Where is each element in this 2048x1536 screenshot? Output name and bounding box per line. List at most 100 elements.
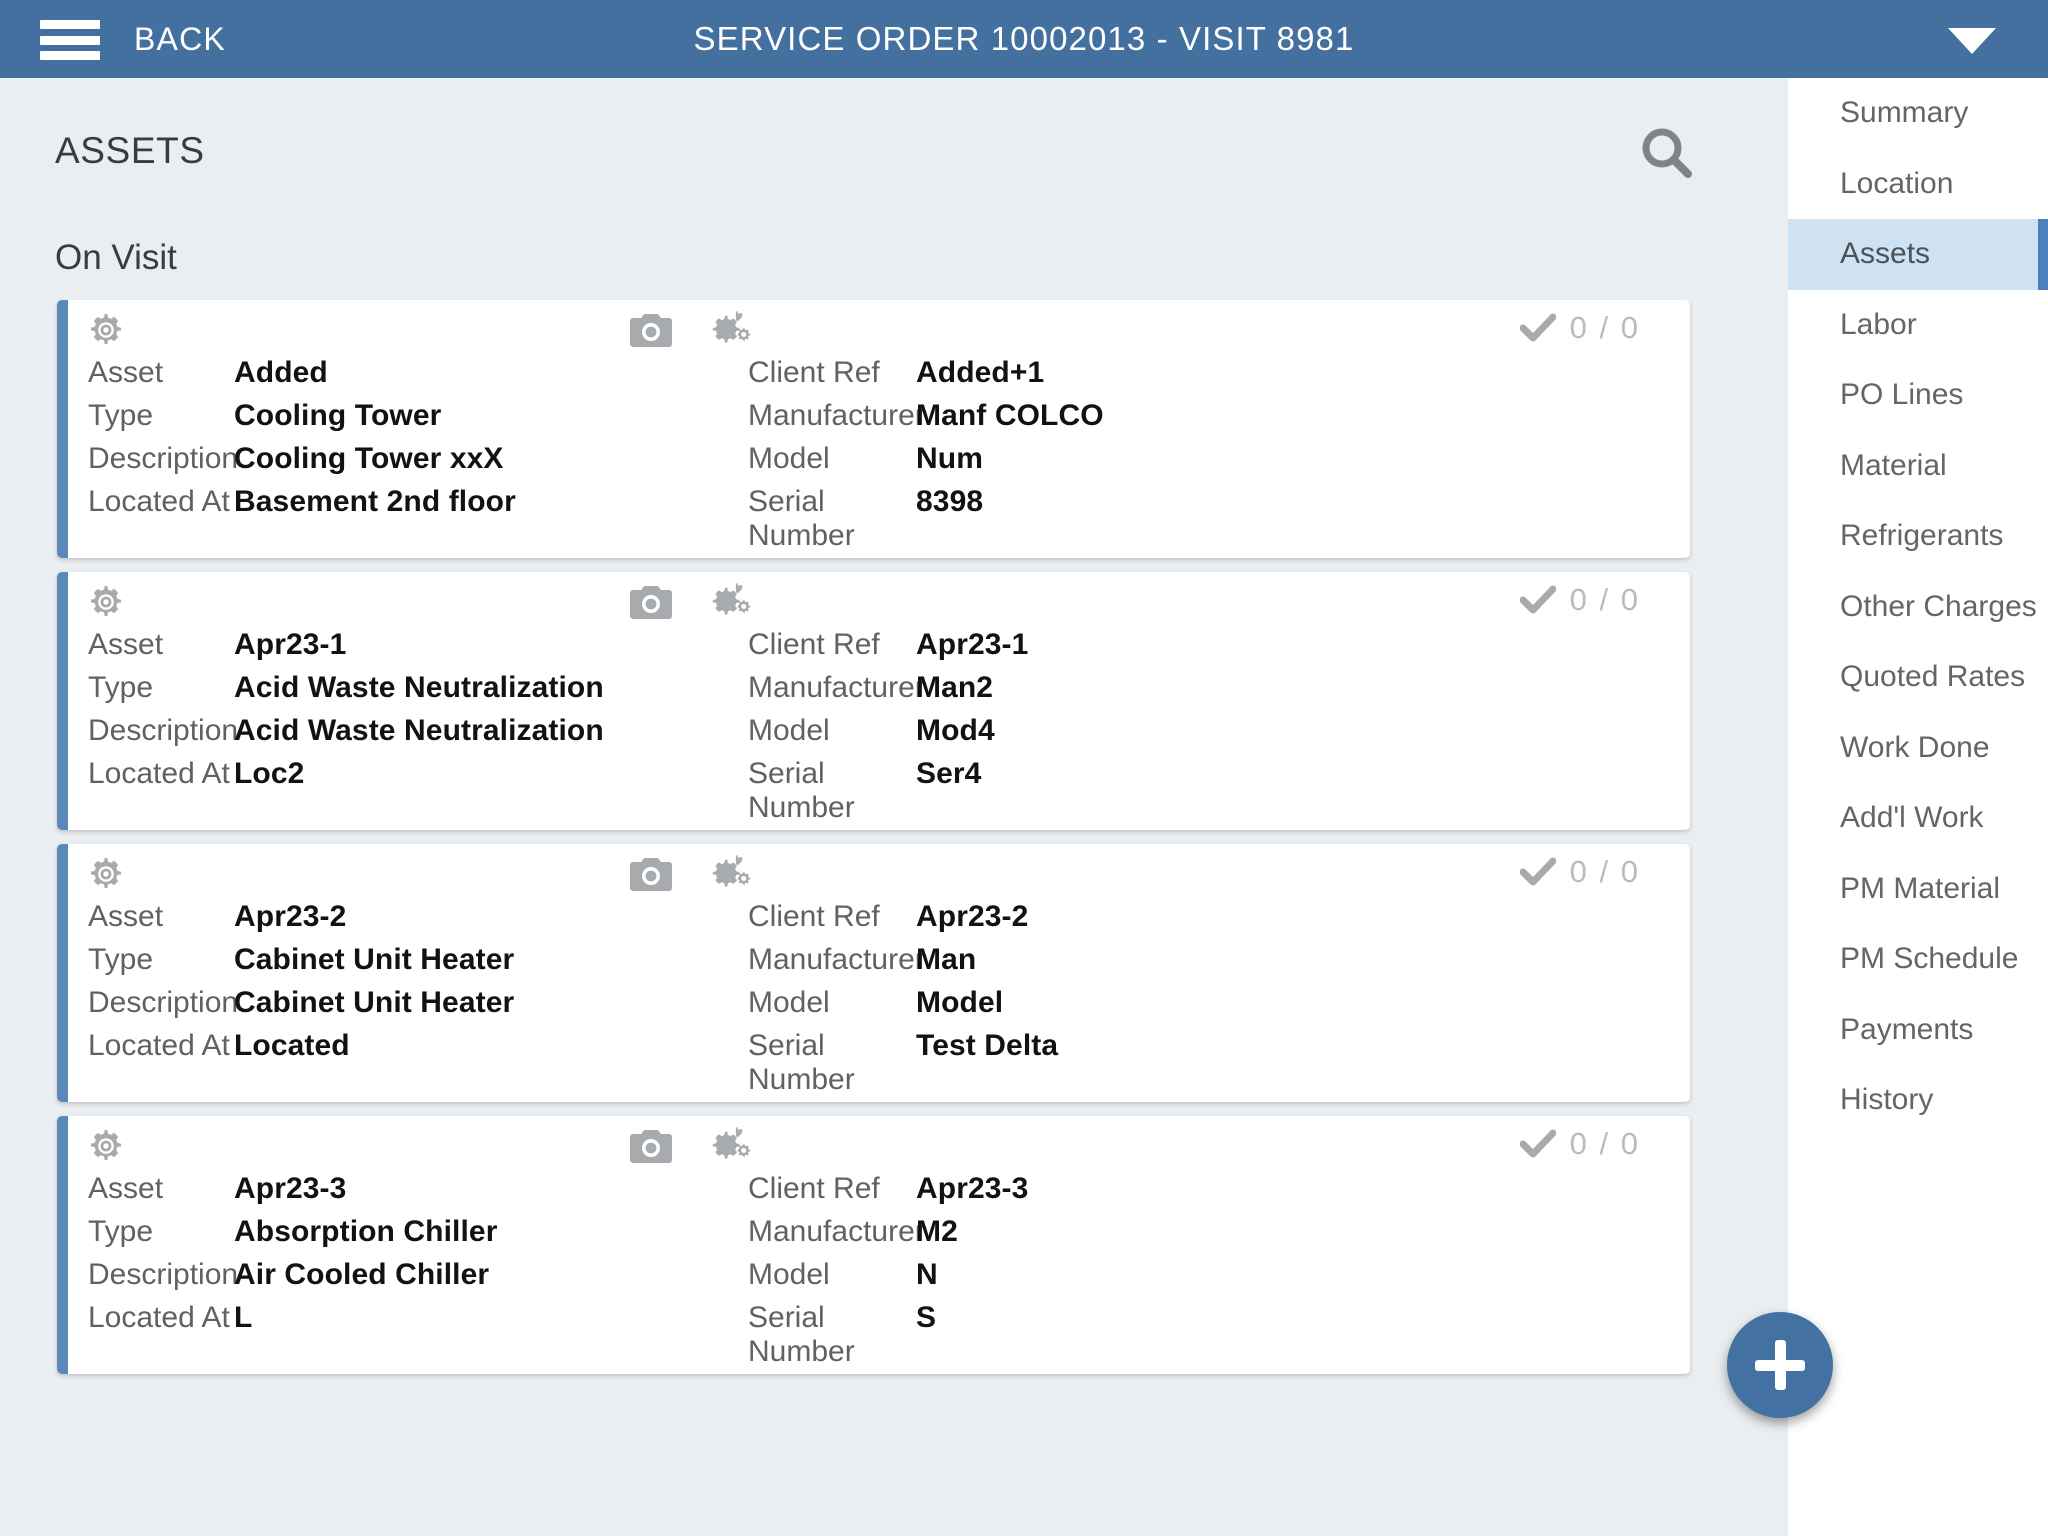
sidebar-item-history[interactable]: History <box>1788 1065 2048 1136</box>
field-label-client-ref: Client Ref <box>748 356 880 389</box>
checklist-count: 0 / 0 <box>1569 582 1640 617</box>
asset-card-2[interactable]: 0 / 0 Asset Apr23-1 Type Acid Waste Neut… <box>57 572 1690 830</box>
field-manufacturer: Manufacturer M2 <box>748 1215 1548 1258</box>
sidebar-item-labor[interactable]: Labor <box>1788 290 2048 361</box>
field-label-asset: Asset <box>88 900 164 933</box>
sidebar-item-material[interactable]: Material <box>1788 431 2048 502</box>
add-asset-fab-button[interactable] <box>1727 1312 1833 1418</box>
field-label-description: Description <box>88 1258 239 1291</box>
section-nav-sidebar[interactable]: Summary Location Assets Labor PO Lines M… <box>1788 78 2048 1536</box>
sidebar-item-other-charges[interactable]: Other Charges <box>1788 572 2048 643</box>
gears-icon[interactable] <box>710 310 754 350</box>
field-value-located-at: Basement 2nd floor <box>234 485 516 518</box>
checklist-status[interactable]: 0 / 0 <box>1519 1126 1640 1162</box>
field-value-client-ref: Apr23-1 <box>916 628 1029 661</box>
camera-icon[interactable] <box>629 856 673 892</box>
sidebar-item-label: Location <box>1840 166 1954 200</box>
camera-icon[interactable] <box>629 1128 673 1164</box>
checklist-status[interactable]: 0 / 0 <box>1519 582 1640 618</box>
sidebar-item-label: Material <box>1840 448 1947 482</box>
field-label-located-at: Located At <box>88 1301 230 1334</box>
field-value-type: Cooling Tower <box>234 399 442 432</box>
asset-card-1[interactable]: 0 / 0 Asset Added Type Cooling Tower Des… <box>57 300 1690 558</box>
field-value-located-at: Located <box>234 1029 350 1062</box>
field-label-type: Type <box>88 1215 154 1248</box>
field-label-description: Description <box>88 714 239 747</box>
field-value-manufacturer: M2 <box>916 1215 958 1248</box>
asset-card-right-column: Client Ref Added+1 Manufacturer Manf COL… <box>748 356 1548 552</box>
sidebar-item-add-l-work[interactable]: Add'l Work <box>1788 783 2048 854</box>
field-value-description: Air Cooled Chiller <box>234 1258 490 1291</box>
field-type: Type Cooling Tower <box>88 399 748 442</box>
field-value-asset: Apr23-2 <box>234 900 347 933</box>
gear-icon[interactable] <box>88 856 124 892</box>
field-asset: Asset Apr23-1 <box>88 628 748 671</box>
section-title: ASSETS <box>55 130 205 171</box>
gears-icon[interactable] <box>710 854 754 894</box>
search-icon[interactable] <box>1632 120 1702 190</box>
asset-card-body: Asset Apr23-3 Type Absorption Chiller De… <box>57 1172 1690 1374</box>
field-value-client-ref: Added+1 <box>916 356 1045 389</box>
sidebar-item-location[interactable]: Location <box>1788 149 2048 220</box>
sidebar-item-po-lines[interactable]: PO Lines <box>1788 360 2048 431</box>
asset-card-4[interactable]: 0 / 0 Asset Apr23-3 Type Absorption Chil… <box>57 1116 1690 1374</box>
asset-card-left-column: Asset Apr23-2 Type Cabinet Unit Heater D… <box>88 900 748 1072</box>
sidebar-item-label: Summary <box>1840 96 1969 130</box>
gear-icon[interactable] <box>88 312 124 348</box>
sidebar-item-summary[interactable]: Summary <box>1788 78 2048 149</box>
field-label-serial-number: Serial Number <box>748 1029 855 1096</box>
card-icon-row: 0 / 0 <box>57 844 1690 900</box>
hamburger-bar <box>40 51 100 60</box>
field-serial-number: Serial Number S <box>748 1301 1548 1368</box>
camera-icon[interactable] <box>629 584 673 620</box>
field-label-manufacturer: Manufacturer <box>748 671 925 704</box>
sidebar-item-assets[interactable]: Assets <box>1788 219 2048 290</box>
hamburger-menu-icon[interactable] <box>40 20 100 60</box>
field-type: Type Cabinet Unit Heater <box>88 943 748 986</box>
subsection-title: On Visit <box>55 238 177 277</box>
gear-icon[interactable] <box>88 584 124 620</box>
field-value-asset: Added <box>234 356 328 389</box>
sidebar-item-payments[interactable]: Payments <box>1788 995 2048 1066</box>
chevron-down-icon[interactable] <box>1948 28 1996 54</box>
field-label-description: Description <box>88 986 239 1019</box>
field-value-manufacturer: Man <box>916 943 977 976</box>
card-icon-row: 0 / 0 <box>57 300 1690 356</box>
field-value-model: Mod4 <box>916 714 995 747</box>
sidebar-item-refrigerants[interactable]: Refrigerants <box>1788 501 2048 572</box>
field-label-model: Model <box>748 442 830 475</box>
sidebar-item-label: PM Schedule <box>1840 942 2019 976</box>
asset-card-list[interactable]: 0 / 0 Asset Added Type Cooling Tower Des… <box>0 300 1788 1536</box>
checklist-status[interactable]: 0 / 0 <box>1519 854 1640 890</box>
field-manufacturer: Manufacturer Man <box>748 943 1548 986</box>
sidebar-item-quoted-rates[interactable]: Quoted Rates <box>1788 642 2048 713</box>
sidebar-item-pm-schedule[interactable]: PM Schedule <box>1788 924 2048 995</box>
gears-icon[interactable] <box>710 1126 754 1166</box>
field-label-serial-number: Serial Number <box>748 485 855 552</box>
field-value-type: Acid Waste Neutralization <box>234 671 604 704</box>
field-value-located-at: L <box>234 1301 253 1334</box>
sidebar-item-work-done[interactable]: Work Done <box>1788 713 2048 784</box>
field-value-description: Acid Waste Neutralization <box>234 714 604 747</box>
check-icon <box>1519 854 1557 890</box>
gears-icon[interactable] <box>710 582 754 622</box>
checklist-status[interactable]: 0 / 0 <box>1519 310 1640 346</box>
checklist-count: 0 / 0 <box>1569 310 1640 345</box>
field-located-at: Located At Located <box>88 1029 748 1072</box>
field-label-manufacturer: Manufacturer <box>748 1215 925 1248</box>
field-client-ref: Client Ref Added+1 <box>748 356 1548 399</box>
asset-card-3[interactable]: 0 / 0 Asset Apr23-2 Type Cabinet Unit He… <box>57 844 1690 1102</box>
field-value-description: Cabinet Unit Heater <box>234 986 515 1019</box>
main-content: ASSETS On Visit 0 / 0 Asset Added Type C… <box>0 78 1788 1536</box>
gear-icon[interactable] <box>88 1128 124 1164</box>
sidebar-item-pm-material[interactable]: PM Material <box>1788 854 2048 925</box>
field-serial-number: Serial Number Test Delta <box>748 1029 1548 1096</box>
field-label-model: Model <box>748 986 830 1019</box>
field-label-asset: Asset <box>88 1172 164 1205</box>
check-icon <box>1519 310 1557 346</box>
asset-card-right-column: Client Ref Apr23-3 Manufacturer M2 Model… <box>748 1172 1548 1368</box>
back-button[interactable]: BACK <box>134 0 226 78</box>
camera-icon[interactable] <box>629 312 673 348</box>
field-serial-number: Serial Number Ser4 <box>748 757 1548 824</box>
field-label-client-ref: Client Ref <box>748 628 880 661</box>
